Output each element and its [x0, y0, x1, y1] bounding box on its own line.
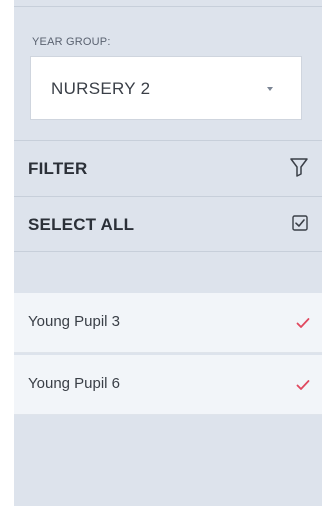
checkmark-icon	[296, 380, 310, 390]
year-group-label: YEAR GROUP:	[32, 36, 111, 48]
year-group-selected-value: NURSERY 2	[51, 79, 151, 98]
select-all-label: SELECT ALL	[28, 215, 135, 234]
filter-icon[interactable]	[290, 157, 308, 177]
pupil-list-item[interactable]: Young Pupil 3	[14, 293, 322, 353]
top-divider	[14, 6, 322, 7]
checkmark-icon	[296, 318, 310, 328]
pupil-name: Young Pupil 6	[28, 375, 121, 392]
filter-label: FILTER	[28, 159, 88, 178]
caret-down-icon	[267, 87, 273, 91]
pupil-list-item[interactable]: Young Pupil 6	[14, 355, 322, 415]
filter-row[interactable]: FILTER	[14, 140, 322, 196]
select-all-row[interactable]: SELECT ALL	[14, 196, 322, 252]
year-group-panel: YEAR GROUP: NURSERY 2 FILTER SELECT ALL …	[14, 0, 322, 506]
checkbox-checked-icon[interactable]	[292, 215, 308, 231]
year-group-select[interactable]: NURSERY 2	[30, 56, 302, 120]
pupil-name: Young Pupil 3	[28, 313, 121, 330]
